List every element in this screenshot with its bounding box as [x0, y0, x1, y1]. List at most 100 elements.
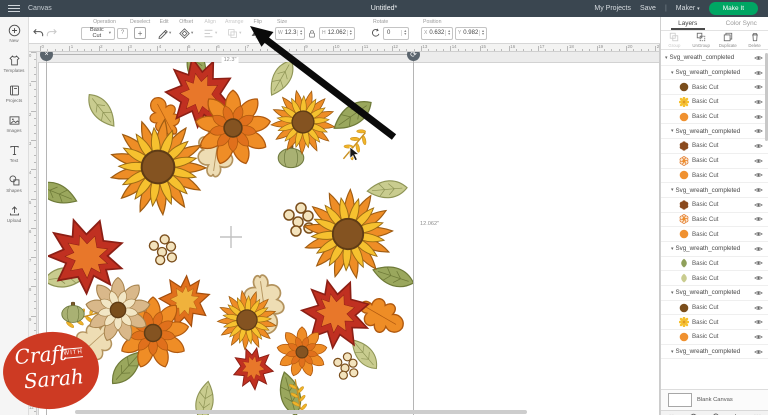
duplicate-button[interactable]: Duplicate — [715, 32, 742, 48]
layer-row[interactable]: Basic Cut — [661, 198, 768, 213]
machine-selector[interactable]: Maker ▾ — [676, 5, 700, 12]
align-icon — [203, 28, 214, 39]
layer-row[interactable]: Basic Cut — [661, 95, 768, 110]
chevron-down-icon: ▾ — [109, 30, 111, 36]
make-it-button[interactable]: Make It — [709, 2, 758, 15]
operation-select[interactable]: Basic Cut▾ — [81, 27, 115, 40]
eye-icon[interactable] — [754, 290, 763, 296]
layer-row[interactable]: Basic Cut — [661, 315, 768, 330]
sidebar-item-text[interactable]: Text — [0, 142, 28, 165]
layer-row[interactable]: Basic Cut — [661, 213, 768, 228]
position-x-field[interactable]: X 0.632 ▲▼ — [421, 27, 453, 40]
y-stepper[interactable]: ▲▼ — [479, 30, 486, 37]
height-stepper[interactable]: ▲▼ — [347, 30, 354, 37]
layer-row[interactable]: Basic Cut — [661, 139, 768, 154]
redo-icon[interactable] — [46, 28, 57, 38]
eye-icon[interactable] — [754, 128, 763, 134]
eye-icon[interactable] — [754, 246, 763, 252]
selection-bounding-box[interactable]: × ⟳ 12.3" 12.062" — [46, 54, 414, 415]
eye-icon[interactable] — [754, 275, 763, 281]
menu-icon[interactable] — [8, 5, 20, 13]
watermark-word3: Sarah — [23, 364, 85, 393]
collapse-caret-icon[interactable]: ▾ — [671, 128, 674, 134]
canvas-color-swatch[interactable] — [668, 393, 692, 407]
collapse-caret-icon[interactable]: ▾ — [671, 290, 674, 296]
eye-icon[interactable] — [754, 55, 763, 61]
x-stepper[interactable]: ▲▼ — [445, 30, 452, 37]
rotate-icon[interactable] — [371, 28, 381, 38]
layer-row[interactable]: Basic Cut — [661, 110, 768, 125]
rotate-field[interactable]: 0 ▲▼ — [383, 27, 409, 40]
save-link[interactable]: Save — [640, 5, 656, 12]
group-button[interactable]: Group — [661, 32, 688, 48]
flip-dropdown[interactable]: ▾ — [250, 26, 265, 40]
eye-icon[interactable] — [754, 114, 763, 120]
horizontal-scrollbar[interactable] — [75, 410, 527, 414]
deselect-button[interactable]: + — [134, 27, 146, 39]
eye-icon[interactable] — [754, 143, 763, 149]
eye-icon[interactable] — [754, 231, 763, 237]
arrange-dropdown[interactable]: ▾ — [225, 26, 243, 40]
eye-icon[interactable] — [754, 158, 763, 164]
my-projects-link[interactable]: My Projects — [594, 5, 631, 12]
eye-icon[interactable] — [754, 216, 763, 222]
lock-icon[interactable] — [308, 29, 316, 38]
sidebar-item-images[interactable]: Images — [0, 112, 28, 135]
action-label: UnGroup — [692, 43, 709, 48]
eye-icon[interactable] — [754, 99, 763, 105]
collapse-caret-icon[interactable]: ▾ — [671, 187, 674, 193]
size-height-field[interactable]: H 12.062 ▲▼ — [319, 27, 355, 40]
eye-icon[interactable] — [754, 172, 763, 178]
layer-row[interactable]: Basic Cut — [661, 301, 768, 316]
layer-row[interactable]: Basic Cut — [661, 257, 768, 272]
rotate-stepper[interactable]: ▲▼ — [401, 30, 408, 37]
flip-icon — [250, 28, 262, 39]
layer-group-row[interactable]: ▾Svg_wreath_completed — [661, 124, 768, 139]
help-button[interactable]: ? — [117, 28, 128, 39]
tab-layers[interactable]: Layers — [661, 17, 715, 30]
layer-group-row[interactable]: ▾Svg_wreath_completed — [661, 242, 768, 257]
eye-icon[interactable] — [754, 319, 763, 325]
position-y-field[interactable]: Y 0.982 ▲▼ — [455, 27, 487, 40]
layer-row[interactable]: Basic Cut — [661, 227, 768, 242]
width-stepper[interactable]: ▲▼ — [297, 30, 304, 37]
layer-row[interactable]: Basic Cut — [661, 169, 768, 184]
sidebar-item-templates[interactable]: Templates — [0, 52, 28, 75]
sidebar-item-new[interactable]: New — [0, 22, 28, 45]
eye-icon[interactable] — [754, 334, 763, 340]
collapse-caret-icon[interactable]: ▾ — [671, 349, 674, 355]
layer-row[interactable]: Basic Cut — [661, 154, 768, 169]
collapse-caret-icon[interactable]: ▾ — [665, 55, 668, 61]
align-dropdown[interactable]: ▾ — [203, 26, 217, 40]
undo-icon[interactable] — [33, 28, 44, 38]
sidebar-item-upload[interactable]: Upload — [0, 202, 28, 225]
eye-icon[interactable] — [754, 305, 763, 311]
sidebar-item-label: New — [9, 38, 18, 43]
eye-icon[interactable] — [754, 187, 763, 193]
sidebar-item-shapes[interactable]: Shapes — [0, 172, 28, 195]
eye-icon[interactable] — [754, 260, 763, 266]
layer-group-row[interactable]: ▾Svg_wreath_completed — [661, 345, 768, 360]
offset-dropdown[interactable]: ▾ — [179, 26, 193, 40]
layer-row[interactable]: Basic Cut — [661, 271, 768, 286]
eye-icon[interactable] — [754, 84, 763, 90]
delete-button[interactable]: Delete — [741, 32, 768, 48]
size-width-field[interactable]: W 12.3 ▲▼ — [275, 27, 305, 40]
layers-scrollbar[interactable] — [765, 53, 768, 141]
layer-group-row[interactable]: ▾Svg_wreath_completed — [661, 183, 768, 198]
tab-color-sync[interactable]: Color Sync — [715, 17, 768, 30]
edit-dropdown[interactable]: ▾ — [157, 26, 171, 40]
layer-group-row[interactable]: ▾Svg_wreath_completed — [661, 51, 768, 66]
collapse-caret-icon[interactable]: ▾ — [671, 70, 674, 76]
eye-icon[interactable] — [754, 202, 763, 208]
eye-icon[interactable] — [754, 349, 763, 355]
layer-group-row[interactable]: ▾Svg_wreath_completed — [661, 66, 768, 81]
layer-group-row[interactable]: ▾Svg_wreath_completed — [661, 286, 768, 301]
layer-row[interactable]: Basic Cut — [661, 80, 768, 95]
sidebar-item-projects[interactable]: Projects — [0, 82, 28, 105]
collapse-caret-icon[interactable]: ▾ — [671, 246, 674, 252]
ungroup-button[interactable]: UnGroup — [688, 32, 715, 48]
layer-row[interactable]: Basic Cut — [661, 330, 768, 345]
h-ruler-number: 18 — [569, 44, 574, 49]
eye-icon[interactable] — [754, 70, 763, 76]
